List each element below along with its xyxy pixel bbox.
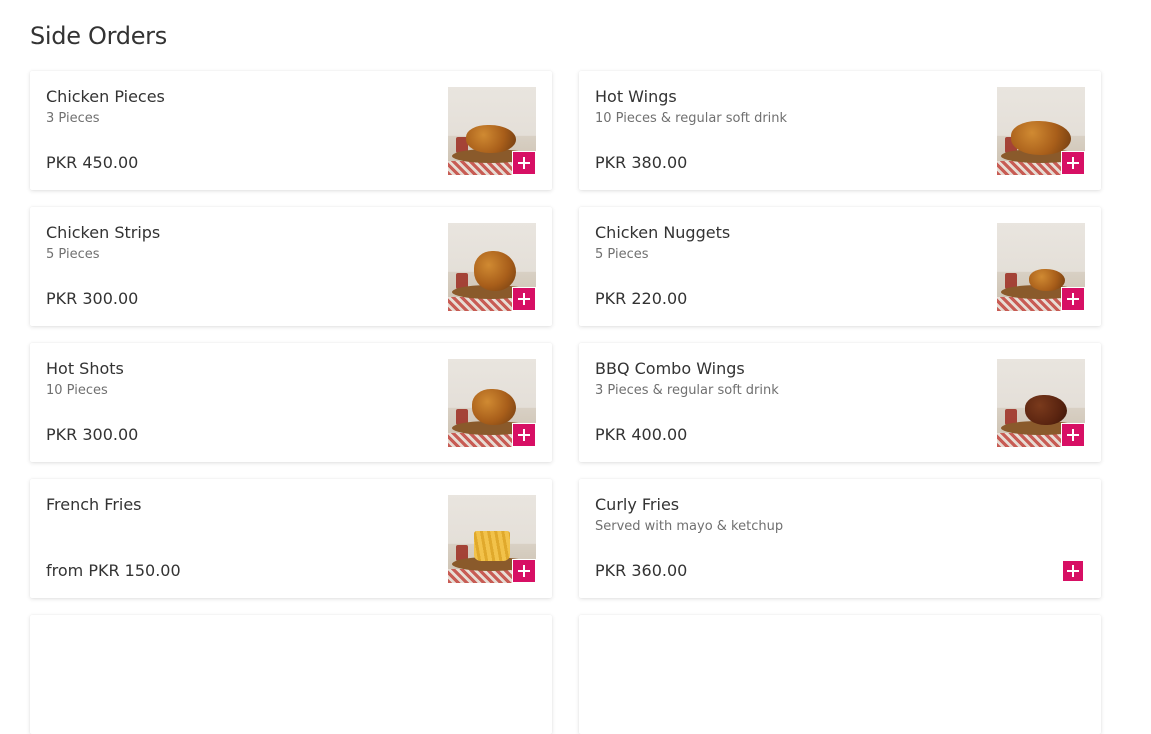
plus-icon (518, 565, 530, 577)
item-description: 10 Pieces (46, 383, 108, 398)
item-name: Chicken Strips (46, 223, 161, 242)
menu-item-card[interactable]: French Fries from PKR 150.00 (30, 479, 552, 598)
item-name: Hot Shots (46, 359, 124, 378)
item-description: 3 Pieces & regular soft drink (595, 383, 779, 398)
add-to-cart-button[interactable] (512, 423, 536, 447)
item-name: Chicken Pieces (46, 87, 165, 106)
item-name: BBQ Combo Wings (595, 359, 745, 378)
item-price: from PKR 150.00 (46, 561, 181, 580)
menu-item-card[interactable]: Hot Wings 10 Pieces & regular soft drink… (579, 71, 1101, 190)
add-to-cart-button[interactable] (1061, 287, 1085, 311)
item-price: PKR 450.00 (46, 153, 139, 172)
item-description: 5 Pieces (46, 247, 100, 262)
item-description: 10 Pieces & regular soft drink (595, 111, 788, 126)
plus-icon (1067, 157, 1079, 169)
item-price: PKR 400.00 (595, 425, 688, 444)
menu-item-card[interactable]: Hot Shots 10 Pieces PKR 300.00 (30, 343, 552, 462)
add-to-cart-button[interactable] (1061, 151, 1085, 175)
add-to-cart-button[interactable] (512, 287, 536, 311)
add-to-cart-button[interactable] (512, 559, 536, 583)
item-name: Curly Fries (595, 495, 680, 514)
section-title: Side Orders (30, 22, 167, 50)
plus-icon (1067, 293, 1079, 305)
item-description: 3 Pieces (46, 111, 100, 126)
add-to-cart-button[interactable] (512, 151, 536, 175)
menu-item-card[interactable] (30, 615, 552, 734)
menu-item-card[interactable]: Chicken Strips 5 Pieces PKR 300.00 (30, 207, 552, 326)
item-price: PKR 300.00 (46, 425, 139, 444)
plus-icon (518, 157, 530, 169)
menu-item-card[interactable]: Chicken Pieces 3 Pieces PKR 450.00 (30, 71, 552, 190)
item-price: PKR 360.00 (595, 561, 688, 580)
plus-icon (518, 293, 530, 305)
plus-icon (1067, 565, 1079, 577)
menu-item-card[interactable]: Curly Fries Served with mayo & ketchup P… (579, 479, 1101, 598)
plus-icon (518, 429, 530, 441)
menu-item-card[interactable] (579, 615, 1101, 734)
item-name: Hot Wings (595, 87, 677, 106)
menu-item-card[interactable]: Chicken Nuggets 5 Pieces PKR 220.00 (579, 207, 1101, 326)
item-price: PKR 220.00 (595, 289, 688, 308)
item-description: 5 Pieces (595, 247, 649, 262)
menu-item-card[interactable]: BBQ Combo Wings 3 Pieces & regular soft … (579, 343, 1101, 462)
item-price: PKR 300.00 (46, 289, 139, 308)
item-name: Chicken Nuggets (595, 223, 731, 242)
plus-icon (1067, 429, 1079, 441)
add-to-cart-button[interactable] (1061, 423, 1085, 447)
item-name: French Fries (46, 495, 142, 514)
item-price: PKR 380.00 (595, 153, 688, 172)
add-to-cart-button[interactable] (1062, 560, 1084, 582)
item-description: Served with mayo & ketchup (595, 519, 784, 534)
